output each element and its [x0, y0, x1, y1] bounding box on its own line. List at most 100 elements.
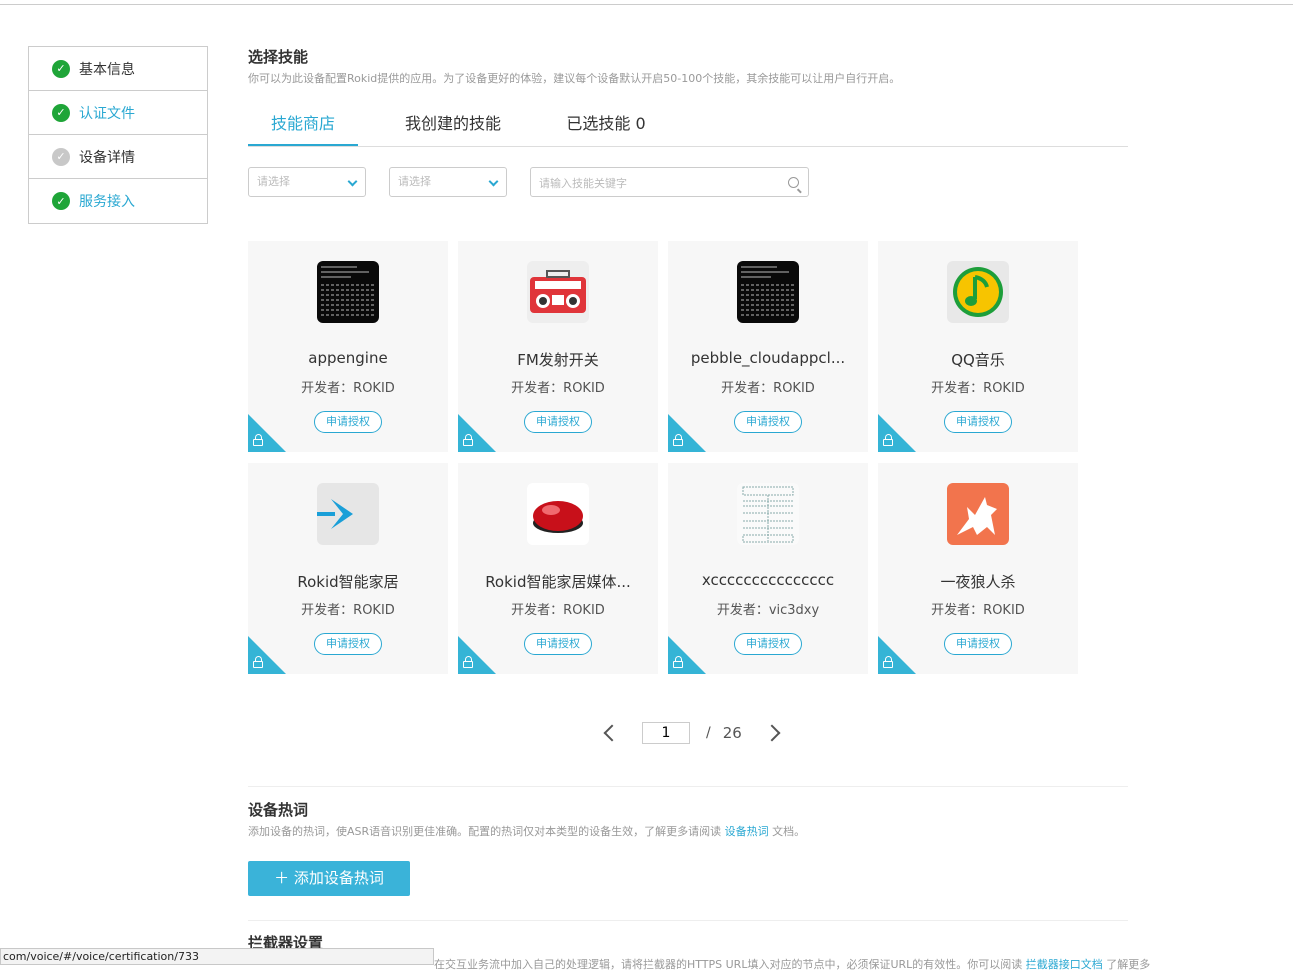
- tab-skill-store[interactable]: 技能商店: [248, 110, 358, 146]
- skill-card[interactable]: xccccccccccccccc 开发者：vic3dxy 申请授权: [668, 463, 868, 674]
- apply-auth-button[interactable]: 申请授权: [314, 411, 382, 433]
- lock-badge: [248, 636, 286, 674]
- lock-icon: [673, 434, 683, 446]
- apply-auth-button[interactable]: 申请授权: [314, 633, 382, 655]
- skill-name: 一夜狼人杀: [940, 573, 1016, 591]
- skill-card[interactable]: appengine 开发者：ROKID 申请授权: [248, 241, 448, 452]
- step-service-access[interactable]: ✓ 服务接入: [29, 179, 207, 223]
- page-input[interactable]: [642, 722, 690, 744]
- lock-icon: [253, 434, 263, 446]
- lock-icon: [883, 656, 893, 668]
- tab-selected-skills[interactable]: 已选技能 0: [548, 110, 664, 146]
- step-label: 认证文件: [79, 105, 135, 122]
- lock-badge: [458, 414, 496, 452]
- skill-developer: 开发者：vic3dxy: [716, 603, 820, 618]
- check-icon: ✓: [52, 192, 70, 210]
- skill-developer: 开发者：ROKID: [301, 381, 395, 396]
- skill-name: appengine: [308, 349, 388, 367]
- terminal-icon: [317, 261, 379, 323]
- add-hotword-button[interactable]: ＋ 添加设备热词: [248, 861, 410, 896]
- apply-auth-button[interactable]: 申请授权: [944, 411, 1012, 433]
- lock-badge: [878, 636, 916, 674]
- wolf-icon: [947, 483, 1009, 545]
- pagination: / 26: [598, 720, 781, 746]
- page-total: 26: [722, 724, 742, 742]
- hotwords-title: 设备热词: [248, 801, 309, 819]
- page-separator: /: [706, 725, 711, 741]
- skill-developer: 开发者：ROKID: [511, 381, 605, 396]
- lock-icon: [463, 434, 473, 446]
- skill-tabs: 技能商店 我创建的技能 已选技能 0: [248, 100, 1128, 147]
- lock-icon: [673, 656, 683, 668]
- arrow-icon: [317, 483, 379, 545]
- skill-name: Rokid智能家居: [297, 573, 399, 591]
- radio-icon: [527, 261, 589, 323]
- skill-card[interactable]: Rokid智能家居 开发者：ROKID 申请授权: [248, 463, 448, 674]
- check-icon: ✓: [52, 103, 70, 122]
- skill-developer: 开发者：ROKID: [931, 381, 1025, 396]
- terminal-icon: [737, 261, 799, 323]
- chevron-down-icon: [488, 176, 499, 187]
- lock-badge: [668, 414, 706, 452]
- hotwords-doc-link[interactable]: 设备热词: [725, 825, 769, 838]
- apply-auth-button[interactable]: 申请授权: [524, 633, 592, 655]
- step-nav: ✓ 基本信息 ✓ 认证文件 ✓ 设备详情 ✓ 服务接入: [28, 46, 208, 224]
- skill-name: pebble_cloudappcl...: [690, 349, 846, 367]
- skill-card[interactable]: pebble_cloudappcl... 开发者：ROKID 申请授权: [668, 241, 868, 452]
- skill-developer: 开发者：ROKID: [931, 603, 1025, 618]
- apply-auth-button[interactable]: 申请授权: [734, 411, 802, 433]
- skill-card[interactable]: QQ音乐 开发者：ROKID 申请授权: [878, 241, 1078, 452]
- step-label: 设备详情: [79, 149, 135, 166]
- lock-badge: [878, 414, 916, 452]
- step-label: 基本信息: [79, 61, 135, 78]
- step-label: 服务接入: [79, 194, 135, 210]
- category-select[interactable]: 请选择: [248, 167, 366, 197]
- step-device-detail[interactable]: ✓ 设备详情: [29, 135, 207, 179]
- step-basic-info[interactable]: ✓ 基本信息: [29, 47, 207, 91]
- select-placeholder: 请选择: [398, 175, 431, 188]
- search-input[interactable]: [531, 168, 781, 198]
- skill-developer: 开发者：ROKID: [511, 603, 605, 618]
- top-border: [0, 4, 1293, 5]
- type-select[interactable]: 请选择: [389, 167, 507, 197]
- apply-auth-button[interactable]: 申请授权: [524, 411, 592, 433]
- skill-name: FM发射开关: [517, 351, 599, 369]
- lock-badge: [458, 636, 496, 674]
- apply-auth-button[interactable]: 申请授权: [734, 633, 802, 655]
- lock-icon: [463, 656, 473, 668]
- select-placeholder: 请选择: [257, 175, 290, 188]
- hotwords-desc-tail: 文档。: [768, 825, 806, 838]
- qq-music-icon: [947, 261, 1009, 323]
- skills-description: 你可以为此设备配置Rokid提供的应用。为了设备更好的体验，建议每个设备默认开启…: [248, 72, 901, 85]
- chevron-left-icon[interactable]: [603, 724, 621, 742]
- skill-developer: 开发者：ROKID: [301, 603, 395, 618]
- skill-card[interactable]: 一夜狼人杀 开发者：ROKID 申请授权: [878, 463, 1078, 674]
- skills-title: 选择技能: [248, 48, 309, 66]
- skill-search: [530, 167, 809, 198]
- chevron-down-icon: [347, 176, 358, 187]
- skill-card[interactable]: Rokid智能家居媒体... 开发者：ROKID 申请授权: [458, 463, 658, 674]
- skill-name: Rokid智能家居媒体...: [485, 573, 631, 591]
- skill-card[interactable]: FM发射开关 开发者：ROKID 申请授权: [458, 241, 658, 452]
- skill-developer: 开发者：ROKID: [721, 381, 815, 396]
- document-icon: [737, 483, 799, 545]
- tab-my-skills[interactable]: 我创建的技能: [388, 110, 518, 146]
- search-icon[interactable]: [788, 177, 799, 188]
- check-icon: ✓: [52, 147, 70, 166]
- lock-badge: [248, 414, 286, 452]
- skill-name: xccccccccccccccc: [701, 571, 835, 589]
- hotwords-description: 添加设备的热词，使ASR语音识别更佳准确。配置的热词仅对本类型的设备生效，了解更…: [248, 823, 805, 839]
- lock-icon: [253, 656, 263, 668]
- chevron-right-icon[interactable]: [763, 724, 781, 742]
- skill-name: QQ音乐: [951, 351, 1005, 369]
- lock-icon: [883, 434, 893, 446]
- hotwords-desc-text: 添加设备的热词，使ASR语音识别更佳准确。配置的热词仅对本类型的设备生效，了解更…: [248, 825, 725, 838]
- step-cert-file[interactable]: ✓ 认证文件: [29, 91, 207, 135]
- interceptor-description: 在交互业务流中加入自己的处理逻辑，请将拦截器的HTTPS URL填入对应的节点中…: [434, 956, 1150, 972]
- lock-badge: [668, 636, 706, 674]
- divider: [248, 920, 1128, 921]
- divider: [248, 786, 1128, 787]
- apply-auth-button[interactable]: 申请授权: [944, 633, 1012, 655]
- check-icon: ✓: [52, 59, 70, 78]
- red-speaker-icon: [527, 483, 589, 545]
